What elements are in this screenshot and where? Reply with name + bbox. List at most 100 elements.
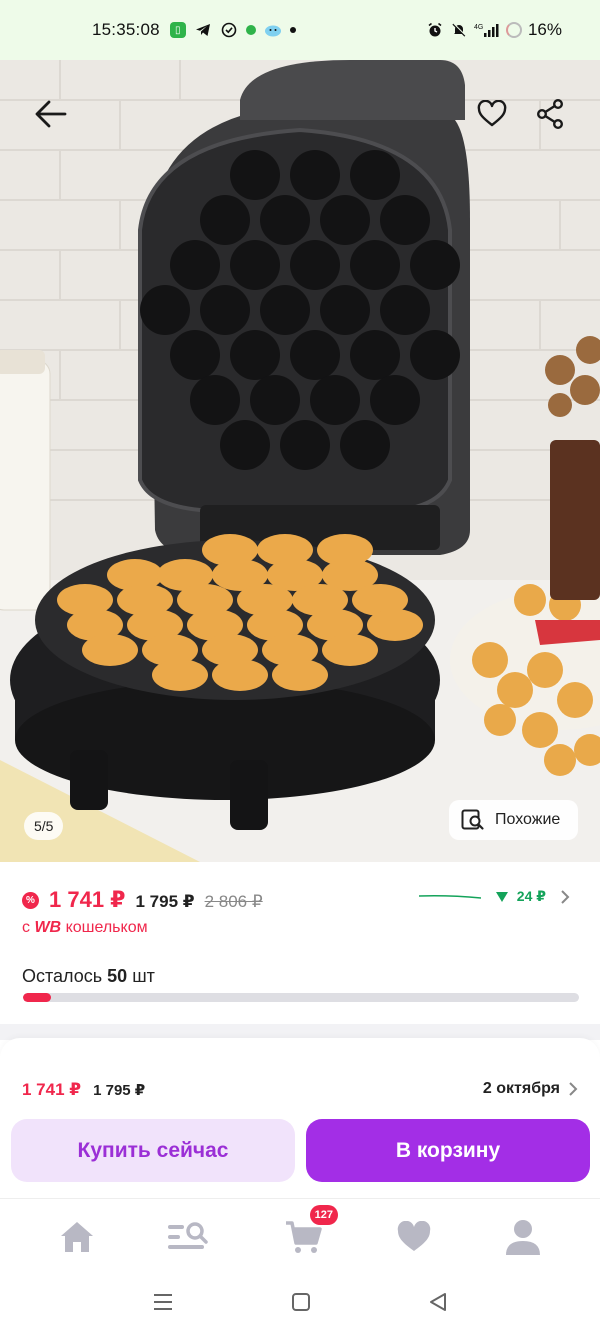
stock-unit: шт (132, 966, 155, 986)
triangle-down-icon (495, 891, 508, 902)
home-system-button[interactable] (289, 1290, 313, 1314)
waffle-mold-hole (410, 330, 460, 380)
buy-bar-price-current: 1 741 ₽ (22, 1080, 82, 1099)
waffle-mold-hole (230, 330, 280, 380)
stock-progress-bar (23, 993, 579, 1002)
waffle-mold-hole (380, 195, 430, 245)
status-bar: 15:35:08 ▯ 4G 16% (0, 0, 600, 60)
waffle-bubble (272, 659, 328, 691)
waffle-mold-hole (320, 285, 370, 335)
waffle-bubble (322, 634, 378, 666)
triangle-back-icon (430, 1293, 446, 1311)
mute-bell-icon (450, 21, 468, 39)
waffle-mold-hole (170, 330, 220, 380)
chevron-right-icon (561, 889, 570, 904)
menu-lines-icon (154, 1294, 172, 1310)
waffle-mold-hole (380, 285, 430, 335)
waffle-mold-hole (250, 375, 300, 425)
waffle-mold-hole (340, 420, 390, 470)
waffle-mold-hole (290, 240, 340, 290)
square-icon (292, 1293, 310, 1311)
gallery-counter: 5/5 (24, 812, 64, 840)
share-icon (537, 99, 564, 129)
price-drop-value: 24 ₽ (516, 888, 546, 904)
buy-now-button[interactable]: Купить сейчас (11, 1119, 295, 1182)
price-card: % 1 741 ₽ 1 795 ₽ 2 806 ₽ 24 ₽ с WB коше… (0, 862, 600, 1024)
waffle-mold-hole (140, 285, 190, 335)
waffle-bubble (82, 634, 138, 666)
heart-outline-icon (477, 100, 507, 127)
tab-home[interactable] (55, 1215, 99, 1259)
waffle-mold-hole (350, 330, 400, 380)
profile-icon (506, 1220, 540, 1255)
notification-icons: ▯ (169, 21, 296, 39)
similar-button[interactable]: Похожие (449, 800, 578, 840)
tab-cart[interactable]: 127 (282, 1205, 338, 1259)
system-status-icons: 4G 16% (426, 20, 562, 40)
waffle-bubble (152, 659, 208, 691)
add-to-cart-button[interactable]: В корзину (306, 1119, 590, 1182)
wallet-brand: WB (34, 919, 62, 936)
waffle-mold-hole (260, 285, 310, 335)
stock-count: 50 (107, 966, 128, 986)
stock-remaining: Осталось 50 шт (22, 966, 155, 987)
tab-catalog[interactable] (165, 1215, 209, 1259)
signal-4g-icon: 4G (474, 21, 500, 39)
waffle-mold-hole (320, 195, 370, 245)
more-dot-icon (289, 27, 296, 33)
waffle-mold-hole (170, 240, 220, 290)
waffle-mold-hole (370, 375, 420, 425)
discount-percent-icon: % (22, 891, 39, 909)
alarm-icon (426, 21, 444, 39)
price-old: 2 806 ₽ (204, 892, 263, 911)
recent-apps-button[interactable] (151, 1290, 175, 1314)
buy-bar-price: 1 741 ₽ 1 795 ₽ (22, 1080, 145, 1100)
telegram-icon (194, 21, 212, 39)
battery-icon (505, 22, 522, 38)
tab-favorites[interactable] (392, 1215, 436, 1259)
system-navigation-bar (0, 1270, 600, 1332)
svg-text:4G: 4G (474, 24, 483, 31)
stock-prefix: Осталось (22, 966, 103, 986)
heart-icon (397, 1221, 431, 1251)
waffle-mold-hole (350, 240, 400, 290)
waffle-mold-hole (280, 420, 330, 470)
waffle-mold-hole (310, 375, 360, 425)
delivery-date-link[interactable]: 2 октября (483, 1080, 578, 1098)
waffle-mold-hole (200, 285, 250, 335)
share-button[interactable] (528, 92, 572, 136)
arrow-left-icon (35, 100, 67, 128)
home-icon (61, 1222, 93, 1252)
cloud-app-icon (264, 21, 282, 39)
product-gallery[interactable]: 5/5 Похожие (0, 60, 600, 862)
waffle-mold-hole (290, 150, 340, 200)
app-notification-icon: ▯ (169, 22, 186, 38)
wallet-note: с WB кошельком (22, 919, 148, 937)
battery-level: 16% (527, 20, 562, 39)
price-without-wallet: 1 795 ₽ (135, 892, 195, 911)
back-system-button[interactable] (426, 1290, 450, 1314)
catalog-search-icon (168, 1222, 208, 1249)
waffle-mold-hole (200, 195, 250, 245)
status-time: 15:35:08 (92, 20, 160, 39)
favorite-button[interactable] (470, 92, 514, 136)
waffle-mold-hole (230, 150, 280, 200)
tab-profile[interactable] (501, 1215, 545, 1259)
waffle-mold-hole (260, 195, 310, 245)
price-history-link[interactable]: 24 ₽ (418, 888, 570, 905)
back-button[interactable] (28, 92, 72, 136)
waffle-bubble (212, 659, 268, 691)
price-row: % 1 741 ₽ 1 795 ₽ 2 806 ₽ (22, 887, 263, 913)
green-dot-icon (245, 25, 256, 35)
waffle-mold-hole (410, 240, 460, 290)
bottom-tab-bar: 127 (0, 1198, 600, 1270)
similar-search-icon (461, 809, 484, 830)
waffle-mold-hole (220, 420, 270, 470)
chevron-right-icon (569, 1082, 578, 1096)
wallet-suffix: кошельком (65, 919, 148, 936)
delivery-date: 2 октября (482, 1080, 560, 1097)
waffle-mold-hole (350, 150, 400, 200)
product-photo (0, 60, 600, 862)
price-current: 1 741 ₽ (49, 887, 126, 912)
stock-progress-fill (23, 993, 51, 1002)
